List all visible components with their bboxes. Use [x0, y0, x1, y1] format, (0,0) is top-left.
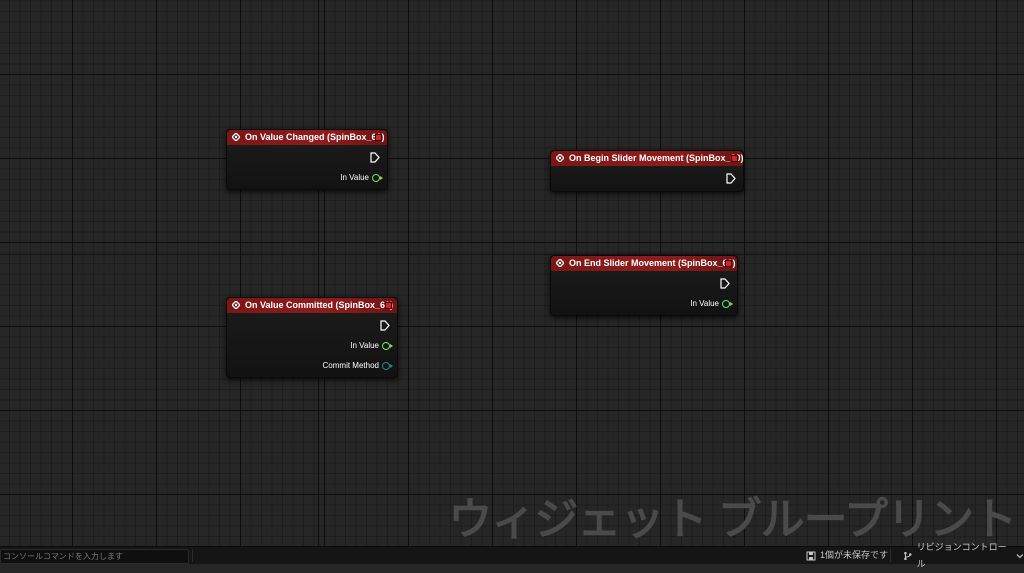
delegate-pin-icon[interactable]: [375, 134, 382, 141]
revision-control-label: リビジョンコントロール: [916, 541, 1007, 569]
exec-pin-icon[interactable]: [370, 152, 380, 163]
delegate-pin-icon[interactable]: [725, 260, 732, 267]
delegate-pin-icon[interactable]: [731, 155, 738, 162]
event-node-on-value-committed[interactable]: On Value Committed (SpinBox_60) In Value…: [226, 297, 398, 378]
node-title: On Value Changed (SpinBox_60): [245, 132, 385, 142]
event-node-on-end-slider-movement[interactable]: On End Slider Movement (SpinBox_60) In V…: [550, 255, 738, 316]
exec-pin-icon[interactable]: [720, 278, 730, 289]
node-header[interactable]: On Begin Slider Movement (SpinBox_60): [551, 151, 744, 166]
pin-in-value[interactable]: In Value: [340, 173, 383, 182]
node-header[interactable]: On Value Changed (SpinBox_60): [227, 130, 387, 145]
event-node-on-value-changed[interactable]: On Value Changed (SpinBox_60) In Value: [226, 129, 388, 190]
revision-control-button[interactable]: リビジョンコントロール: [903, 542, 1024, 569]
chevron-down-icon: [1016, 553, 1024, 558]
branch-icon: [904, 551, 912, 560]
console-command-input[interactable]: コンソールコマンドを入力します: [0, 549, 189, 564]
event-icon: [232, 133, 240, 141]
event-icon: [556, 154, 564, 162]
data-pin-icon[interactable]: [382, 361, 393, 370]
exec-pin-icon[interactable]: [726, 173, 736, 184]
divider: [890, 549, 891, 562]
pin-label: Commit Method: [322, 361, 379, 370]
data-pin-icon[interactable]: [722, 299, 733, 308]
event-icon: [556, 259, 564, 267]
status-bar: コンソールコマンドを入力します 1個が未保存です リビジョンコントロール: [0, 542, 1024, 569]
data-pin-icon[interactable]: [372, 173, 383, 182]
pin-label: In Value: [350, 341, 379, 350]
delegate-pin-icon[interactable]: [385, 302, 392, 309]
graph-canvas[interactable]: On Value Changed (SpinBox_60) In Value O…: [0, 0, 1024, 546]
node-header[interactable]: On End Slider Movement (SpinBox_60): [551, 256, 737, 271]
event-node-on-begin-slider-movement[interactable]: On Begin Slider Movement (SpinBox_60): [550, 150, 744, 192]
pin-label: In Value: [340, 173, 369, 182]
pin-in-value[interactable]: In Value: [690, 299, 733, 308]
pin-commit-method[interactable]: Commit Method: [322, 361, 393, 370]
unsaved-label: 1個が未保存です: [820, 550, 889, 560]
node-title: On Begin Slider Movement (SpinBox_60): [569, 153, 744, 163]
unsaved-assets-button[interactable]: 1個が未保存です: [806, 547, 888, 564]
exec-pin-icon[interactable]: [380, 320, 390, 331]
divider: [192, 549, 193, 562]
event-icon: [232, 301, 240, 309]
node-title: On Value Committed (SpinBox_60): [245, 300, 394, 310]
node-title: On End Slider Movement (SpinBox_60): [569, 258, 736, 268]
pin-in-value[interactable]: In Value: [350, 341, 393, 350]
node-header[interactable]: On Value Committed (SpinBox_60): [227, 298, 397, 313]
origin-axis-horizontal: [0, 254, 1024, 255]
origin-axis-vertical: [318, 0, 319, 546]
save-icon: [806, 551, 816, 560]
data-pin-icon[interactable]: [382, 341, 393, 350]
graph-type-watermark: ウィジェット ブループリント: [448, 495, 1017, 544]
pin-label: In Value: [690, 299, 719, 308]
